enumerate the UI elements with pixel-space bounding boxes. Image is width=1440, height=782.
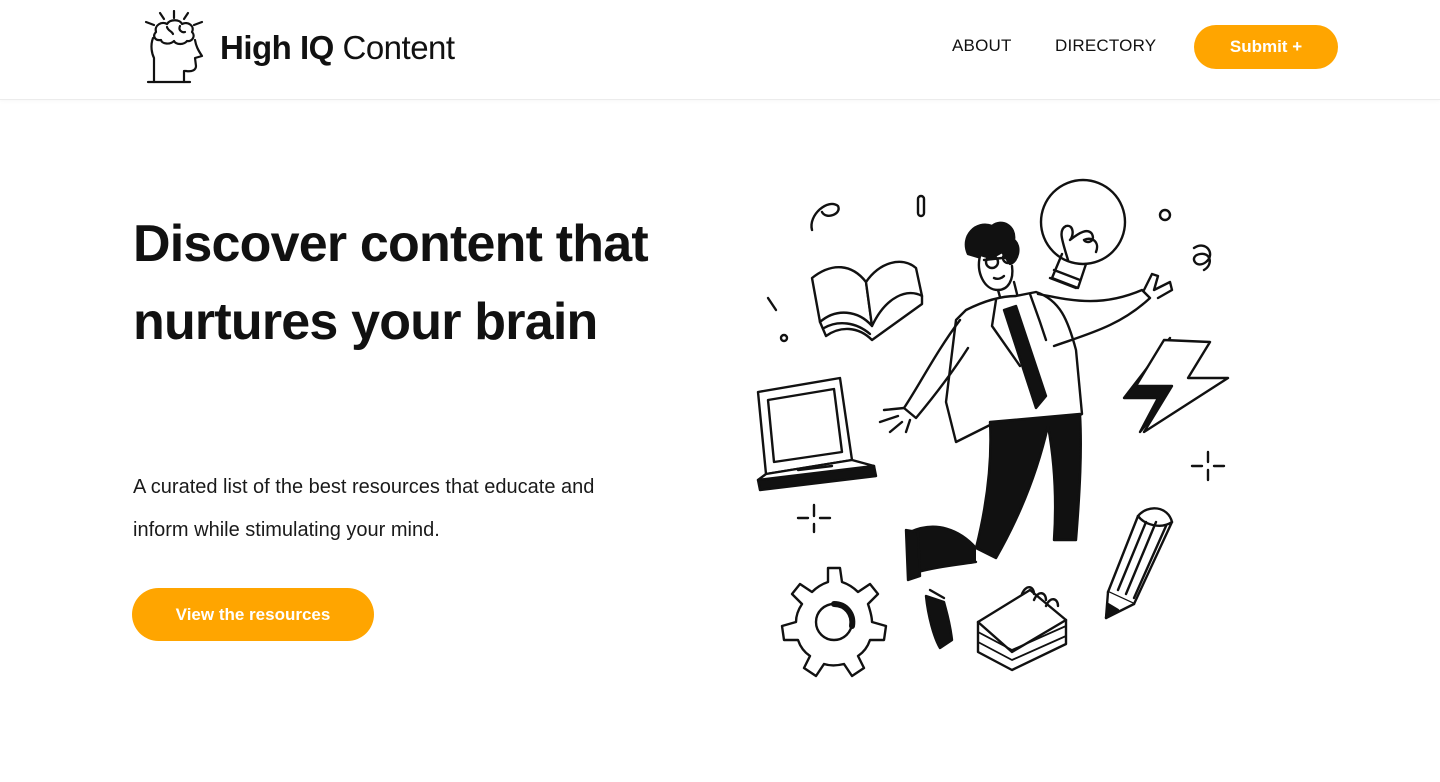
brain-head-icon [144,10,204,84]
nav-about-link[interactable]: ABOUT [952,36,1012,56]
brand-logo-link[interactable]: High IQ Content [140,10,455,84]
hero-subtitle: A curated list of the best resources tha… [133,476,595,541]
notepad-icon [976,586,1068,672]
laptop-icon [756,376,878,492]
pencil-icon [1104,507,1174,620]
brand-name: High IQ Content [220,31,455,64]
lightbulb-icon [1039,178,1127,290]
book-icon [810,260,924,342]
nav-directory-link[interactable]: DIRECTORY [1055,36,1156,56]
brand-name-light: Content [333,28,455,66]
brand-name-bold: High IQ [220,28,334,66]
submit-button[interactable]: Submit + [1194,25,1338,69]
hero-title: Discover content that nurtures your brai… [133,215,649,351]
site-header: High IQ Content ABOUT DIRECTORY Submit + [0,0,1440,100]
lightning-icon [1122,336,1230,434]
gear-icon [780,566,888,678]
view-resources-button[interactable]: View the resources [132,588,374,641]
hero-illustration [756,178,1230,678]
